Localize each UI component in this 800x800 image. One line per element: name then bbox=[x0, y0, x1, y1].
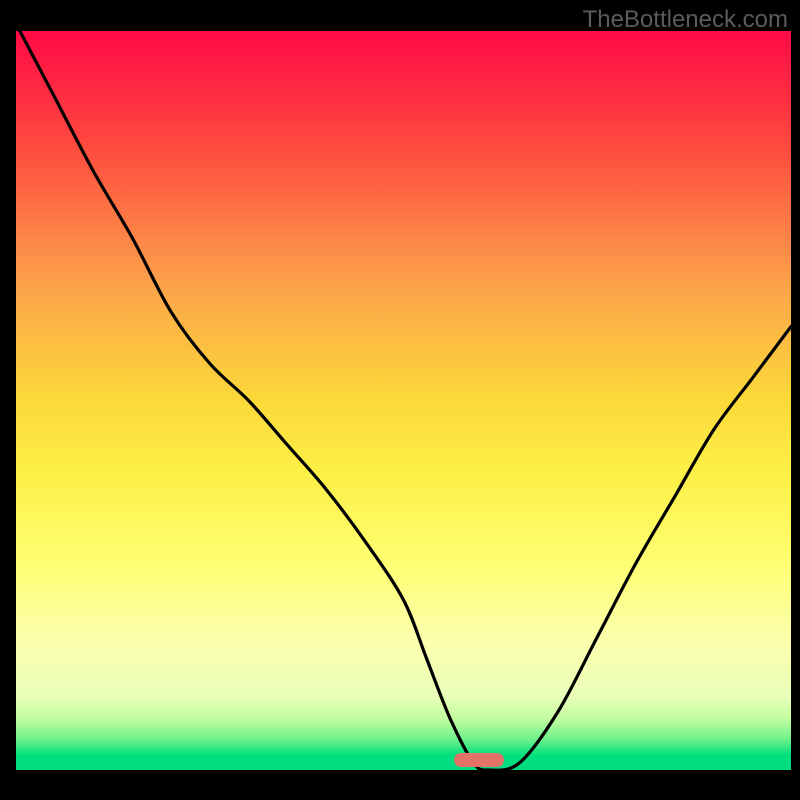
optimal-marker bbox=[454, 753, 504, 767]
chart-svg bbox=[16, 31, 791, 770]
watermark-text: TheBottleneck.com bbox=[583, 6, 788, 34]
bottleneck-curve bbox=[20, 31, 791, 770]
chart-plot-area bbox=[16, 31, 791, 770]
